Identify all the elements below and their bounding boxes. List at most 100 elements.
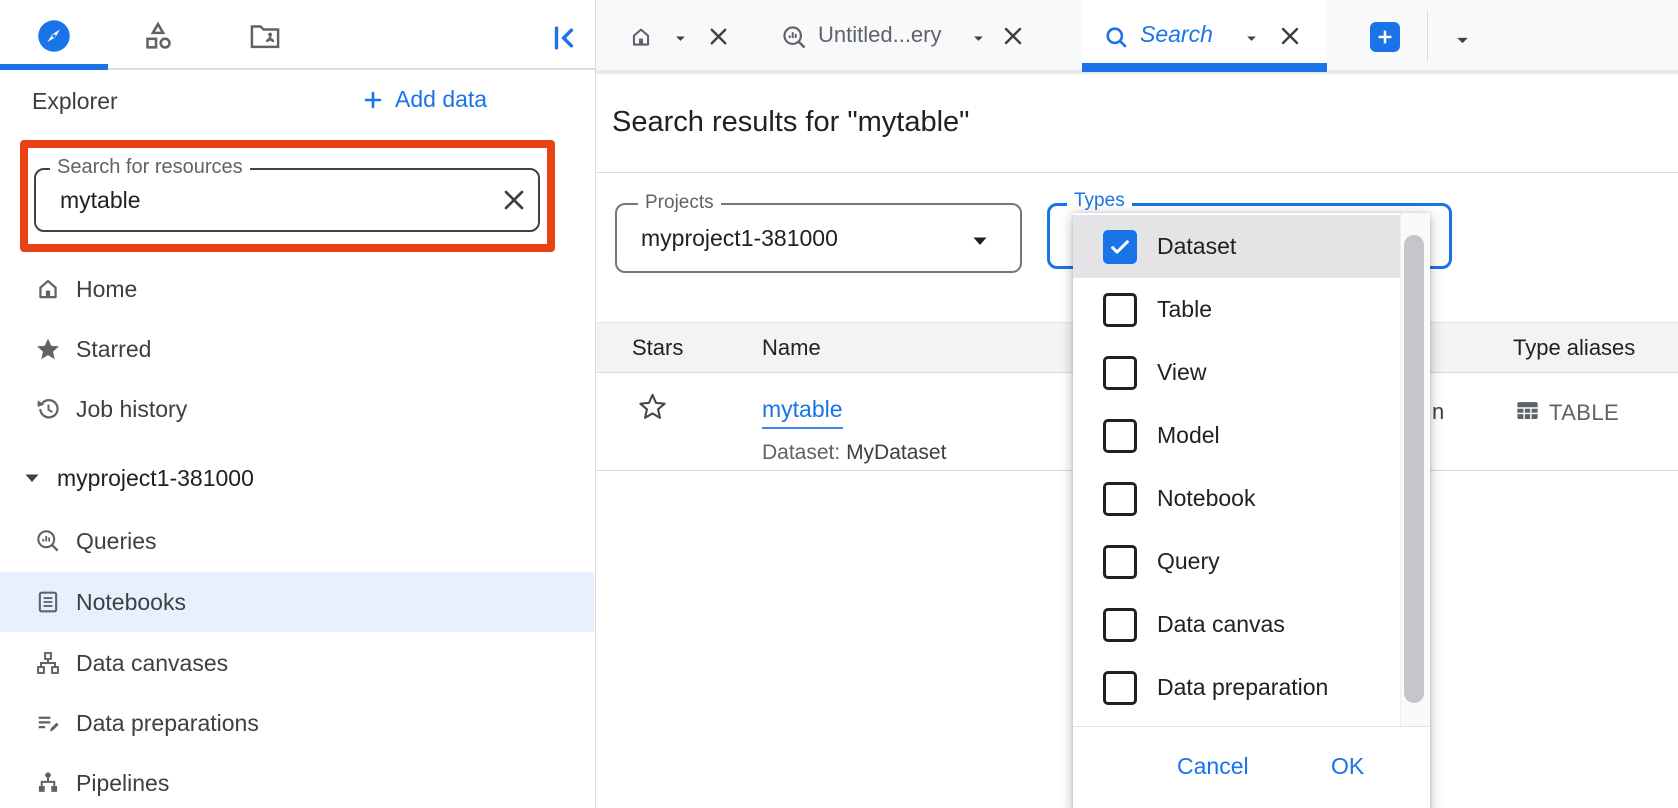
active-tab-indicator: [1082, 63, 1327, 72]
add-data-label: Add data: [395, 86, 487, 113]
folder-pipeline-icon: [247, 20, 283, 52]
tab-home-menu-caret[interactable]: [671, 29, 690, 48]
search-icon: [1103, 24, 1130, 51]
types-filter-label: Types: [1067, 190, 1132, 212]
tab-search-menu-caret[interactable]: [1242, 29, 1261, 48]
caret-down-icon: [671, 29, 690, 48]
option-label: Notebook: [1157, 485, 1255, 512]
sidebar-item-label: Home: [76, 276, 137, 303]
sidebar-item-label: Notebooks: [76, 589, 186, 616]
sidebar-item-label: Job history: [76, 396, 187, 423]
sidebar-item-data-canvases[interactable]: Data canvases: [0, 633, 594, 693]
star-outline-icon: [637, 391, 668, 422]
tab-search[interactable]: [1103, 24, 1130, 51]
clear-search-button[interactable]: [498, 184, 530, 216]
obscured-column-text: n: [1432, 399, 1444, 425]
tab-models[interactable]: [141, 19, 175, 53]
tab-home[interactable]: [628, 24, 654, 50]
panel-divider: [595, 0, 596, 808]
bigquery-console: Explorer Add data Search for resources H…: [0, 0, 1678, 808]
data-preparation-icon: [34, 709, 62, 737]
add-tab-button[interactable]: [1370, 22, 1400, 52]
explorer-panel-title: Explorer: [32, 88, 118, 115]
checkbox-icon[interactable]: [1103, 608, 1137, 642]
compass-icon: [36, 18, 72, 54]
option-label: Dataset: [1157, 233, 1236, 260]
search-input[interactable]: [58, 186, 442, 215]
tab-list-caret[interactable]: [1452, 30, 1473, 51]
page-title: Search results for "mytable": [612, 106, 969, 139]
option-data-canvas[interactable]: Data canvas: [1073, 593, 1400, 656]
column-header-stars: Stars: [632, 323, 683, 372]
option-data-preparation[interactable]: Data preparation: [1073, 656, 1400, 719]
sidebar-item-data-preparations[interactable]: Data preparations: [0, 693, 594, 753]
tab-untitled-query-close-button[interactable]: [999, 22, 1027, 50]
divider: [597, 172, 1678, 173]
result-name-link[interactable]: mytable: [762, 396, 843, 429]
tab-search-label[interactable]: Search: [1140, 21, 1213, 48]
option-query[interactable]: Query: [1073, 530, 1400, 593]
option-label: Table: [1157, 296, 1212, 323]
projects-filter-value: myproject1-381000: [641, 205, 838, 271]
close-icon: [705, 23, 732, 50]
caret-down-icon: [968, 229, 992, 253]
ok-button[interactable]: OK: [1331, 753, 1364, 780]
option-label: Data canvas: [1157, 611, 1285, 638]
sidebar-item-home[interactable]: Home: [0, 259, 594, 319]
plus-icon: [360, 87, 386, 113]
option-label: Model: [1157, 422, 1220, 449]
dropdown-scrollbar-thumb[interactable]: [1404, 235, 1424, 703]
option-dataset[interactable]: Dataset: [1073, 215, 1400, 278]
sidebar-item-label: Queries: [76, 528, 157, 555]
tab-transfers[interactable]: [247, 20, 283, 52]
sidebar-item-job-history[interactable]: Job history: [0, 379, 594, 439]
collapse-panel-button[interactable]: [548, 21, 582, 55]
caret-down-icon: [1452, 30, 1473, 51]
tab-untitled-query[interactable]: [780, 23, 809, 52]
sidebar-item-label: Starred: [76, 336, 151, 363]
tab-untitled-query-menu-caret[interactable]: [969, 29, 988, 48]
add-data-button[interactable]: Add data: [360, 86, 487, 113]
dropdown-footer-divider: [1073, 726, 1430, 727]
checkbox-icon[interactable]: [1103, 293, 1137, 327]
type-alias-badge: TABLE: [1549, 400, 1619, 426]
sidebar-tab-strip: [0, 0, 595, 70]
option-label: View: [1157, 359, 1206, 386]
tab-explorer[interactable]: [36, 18, 72, 54]
query-icon: [34, 527, 62, 555]
sidebar-item-pipelines[interactable]: Pipelines: [0, 753, 594, 808]
option-notebook[interactable]: Notebook: [1073, 467, 1400, 530]
sidebar-item-label: Data preparations: [76, 710, 259, 737]
option-model[interactable]: Model: [1073, 404, 1400, 467]
star-toggle-button[interactable]: [637, 391, 668, 422]
search-field-label: Search for resources: [50, 156, 250, 179]
checkbox-icon[interactable]: [1103, 482, 1137, 516]
tab-untitled-query-label[interactable]: Untitled...ery: [818, 22, 942, 48]
checkbox-icon[interactable]: [1103, 671, 1137, 705]
close-icon: [1276, 22, 1304, 50]
option-table[interactable]: Table: [1073, 278, 1400, 341]
pipeline-icon: [34, 769, 62, 797]
result-detail-label: Dataset:: [762, 441, 840, 464]
table-grid-icon: [1514, 397, 1541, 424]
collapse-panel-icon: [548, 21, 582, 55]
caret-down-icon: [969, 29, 988, 48]
shapes-icon: [141, 19, 175, 53]
plus-icon: [1374, 26, 1396, 48]
option-label: Query: [1157, 548, 1220, 575]
tab-strip-divider: [1427, 10, 1428, 62]
tab-search-close-button[interactable]: [1276, 22, 1304, 50]
checkbox-icon[interactable]: [1103, 356, 1137, 390]
project-name-label: myproject1-381000: [57, 465, 254, 492]
option-view[interactable]: View: [1073, 341, 1400, 404]
checkbox-icon[interactable]: [1103, 419, 1137, 453]
tab-home-close-button[interactable]: [705, 23, 732, 50]
cancel-button[interactable]: Cancel: [1177, 753, 1249, 780]
sidebar-item-starred[interactable]: Starred: [0, 319, 594, 379]
sidebar-project-myproject1-381000[interactable]: myproject1-381000: [0, 448, 594, 508]
checkbox-checked-icon[interactable]: [1103, 230, 1137, 264]
sidebar-item-queries[interactable]: Queries: [0, 511, 594, 571]
data-canvas-icon: [34, 649, 62, 677]
checkbox-icon[interactable]: [1103, 545, 1137, 579]
sidebar-item-notebooks[interactable]: Notebooks: [0, 572, 594, 632]
